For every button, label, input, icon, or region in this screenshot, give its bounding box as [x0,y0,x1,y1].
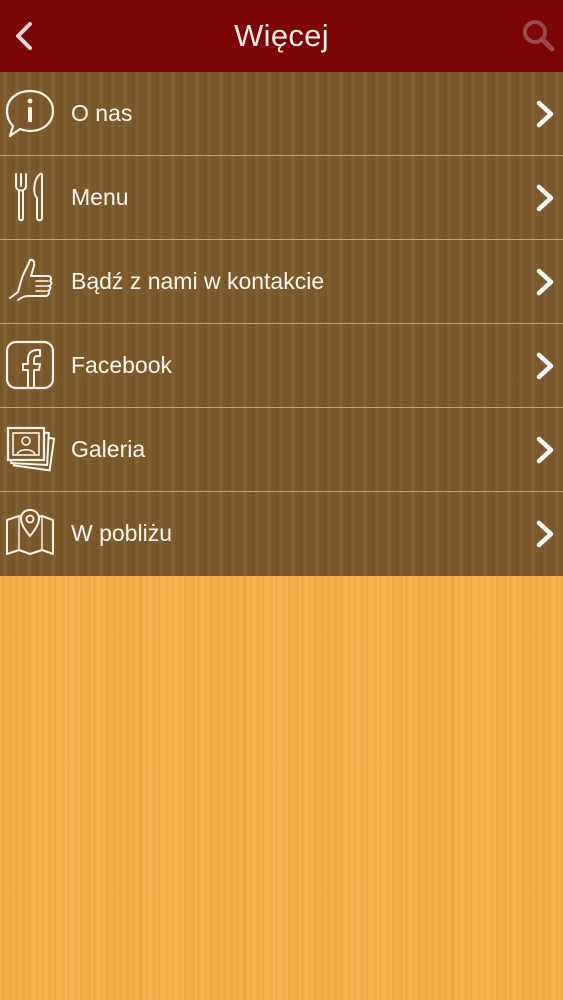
menu-item-facebook[interactable]: Facebook [0,324,563,408]
menu-item-w-poblizu[interactable]: W pobliżu [0,492,563,576]
menu-item-kontakt[interactable]: Bądź z nami w kontakcie [0,240,563,324]
chevron-right-icon [533,98,557,130]
chevron-right-icon [533,350,557,382]
menu-item-label: Facebook [71,352,173,378]
menu-item-label: W pobliżu [71,520,172,546]
app-bar: Więcej [0,0,563,72]
facebook-icon [4,338,56,392]
menu-item-menu[interactable]: Menu [0,156,563,240]
menu-item-galeria[interactable]: Galeria [0,408,563,492]
fork-knife-icon [4,170,56,224]
menu-item-o-nas[interactable]: O nas [0,72,563,156]
menu-list: O nas Menu Bądź z nami w kontakcie Faceb… [0,72,563,576]
chevron-right-icon [533,182,557,214]
info-bubble-icon [4,86,56,140]
search-icon [523,20,555,52]
photo-gallery-icon [4,422,56,476]
menu-item-label: Menu [71,184,129,210]
menu-item-label: Bądź z nami w kontakcie [71,268,325,294]
menu-item-label: Galeria [71,436,146,462]
menu-item-label: O nas [71,100,133,126]
thumbs-up-icon [4,254,56,308]
chevron-right-icon [533,266,557,298]
search-button[interactable] [517,14,559,56]
map-pin-icon [4,506,56,560]
chevron-right-icon [533,434,557,466]
page-title: Więcej [234,18,329,53]
chevron-right-icon [533,518,557,550]
